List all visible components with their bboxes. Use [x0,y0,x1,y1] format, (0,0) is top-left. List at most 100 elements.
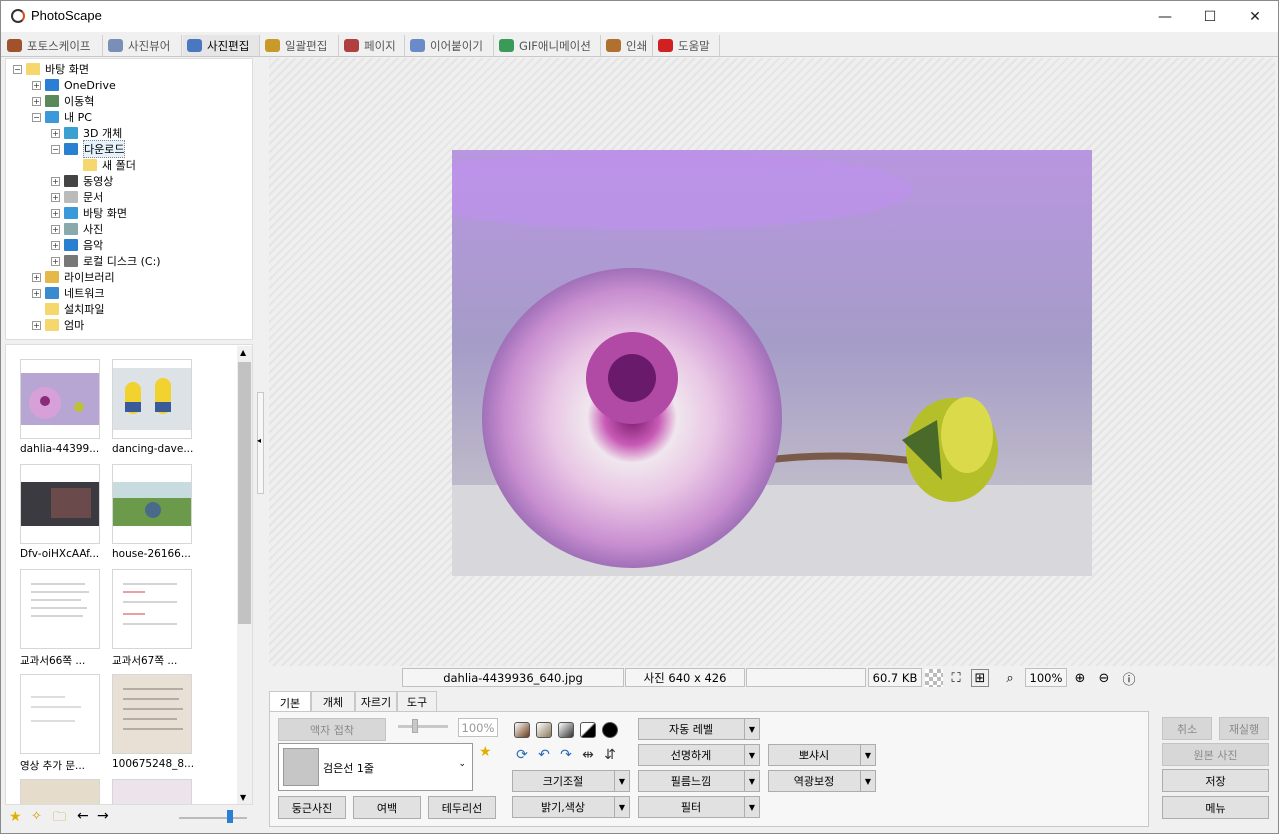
expand-icon[interactable]: + [51,192,60,202]
rotate-left-icon[interactable]: ↶ [535,746,553,764]
tree-node[interactable]: − 바탕 화면 [13,61,89,77]
thumbnail-image[interactable] [20,779,100,804]
rotate-icon[interactable]: ⟳ [513,746,531,764]
frame-slider[interactable] [398,725,448,728]
folder-tree[interactable]: − 바탕 화면 + OneDrive + 이동혁 − 내 PC +3D 개체 − 다운로드 새 폴더 +… [5,58,253,340]
resize-dropdown[interactable]: 크기조절 ▼ [512,770,630,792]
favorite-star-icon[interactable]: ★ [479,744,492,760]
save-button[interactable]: 저장 [1162,769,1269,792]
tree-node[interactable]: + 음악 [51,237,103,253]
negative-icon[interactable] [602,722,618,738]
expand-icon[interactable]: + [51,208,60,218]
tree-node[interactable]: 새 폴더 [70,157,136,173]
thumbnail-image[interactable] [112,779,192,804]
round-photo-button[interactable]: 둥근사진 [278,796,346,819]
tab-5[interactable]: 페이지 [340,35,405,56]
collapse-arrow-icon[interactable]: ◂ [257,436,261,445]
tab-6[interactable]: 이어붙이기 [406,35,494,56]
zoom-fit-icon[interactable]: ⌕ [1001,669,1019,687]
menu-button[interactable]: 메뉴 [1162,796,1269,819]
thumbnail-item[interactable]: dahlia-44399... [20,359,100,455]
tree-node[interactable]: + 이동혁 [32,93,94,109]
tree-node[interactable]: +3D 개체 [51,125,122,141]
thumbnail-item[interactable]: Dfv-oiHXcAAf... [20,464,100,560]
expand-icon[interactable]: + [51,240,60,250]
thumbnail-item[interactable]: 100675248_8... [112,674,194,770]
thumbnail-list[interactable]: dahlia-44399... dancing-dave... Dfv-oiHXcA… [5,344,253,805]
thumbnail-scrollbar[interactable]: ▲ ▼ [237,346,252,804]
expand-icon[interactable]: + [32,320,41,330]
tree-node[interactable]: + 사진 [51,221,103,237]
margin-button[interactable]: 여백 [353,796,421,819]
thumbnail-item[interactable] [112,779,192,804]
expand-icon[interactable]: + [32,80,41,90]
thumbnail-item[interactable]: dancing-dave... [112,359,193,455]
tab-1[interactable]: 포토스케이프 [3,35,103,56]
backlight-dropdown[interactable]: 역광보정 ▼ [768,770,876,792]
edit-tab-3[interactable]: 자르기 [355,691,397,712]
brightness-dropdown[interactable]: 밝기,색상 ▼ [512,796,630,818]
tree-node[interactable]: − 내 PC [32,109,92,125]
thumbnail-image[interactable] [112,464,192,544]
zoom-in-icon[interactable]: ⊕ [1071,669,1089,687]
frame-select[interactable]: 검은선 1줄 ⌄ [278,743,473,791]
expand-icon[interactable]: + [32,272,41,282]
forward-arrow-icon[interactable]: → [97,808,109,824]
redo-button[interactable]: 재실행 [1219,717,1269,740]
tab-2[interactable]: 사진뷰어 [104,35,182,56]
collapse-icon[interactable]: − [32,112,41,122]
edited-photo[interactable] [452,150,1092,576]
tab-4[interactable]: 일괄편집 [261,35,339,56]
scroll-down-icon[interactable]: ▼ [240,793,246,802]
tab-8[interactable]: 인쇄 [602,35,653,56]
flip-horizontal-icon[interactable]: ⇹ [579,746,597,764]
thumbnail-item[interactable]: house-26166... [112,464,192,560]
sharpen-dropdown[interactable]: 선명하게 ▼ [638,744,760,766]
collapse-icon[interactable]: − [13,64,22,74]
fit-screen-icon[interactable]: ⛶ [947,669,965,687]
tab-7[interactable]: GIF애니메이션 [495,35,601,56]
tree-node[interactable]: + OneDrive [32,77,116,93]
close-button[interactable]: ✕ [1232,1,1278,32]
bloom-dropdown[interactable]: 뽀샤시 ▼ [768,744,876,766]
collapse-icon[interactable]: − [51,144,60,154]
edit-tab-2[interactable]: 개체 [311,691,355,712]
maximize-button[interactable]: ☐ [1187,1,1233,32]
frame-slider-handle[interactable] [412,719,418,733]
tree-node[interactable]: + 동영상 [51,173,113,189]
tree-node[interactable]: + 문서 [51,189,103,205]
expand-icon[interactable]: + [32,96,41,106]
expand-icon[interactable]: + [51,224,60,234]
thumbnail-item[interactable]: 영상 추가 문... [20,674,100,773]
grayscale-icon[interactable] [558,722,574,738]
filter-dropdown[interactable]: 필터 ▼ [638,796,760,818]
thumbnail-item[interactable]: 교과서66쪽 ... [20,569,100,668]
thumbnail-image[interactable] [112,569,192,649]
brown-tone-icon[interactable] [514,722,530,738]
scrollbar-thumb[interactable] [238,362,251,624]
tab-9[interactable]: 도움말 [654,35,720,56]
folder-star-icon[interactable]: ✧ [31,809,42,824]
zoom-out-icon[interactable]: ⊖ [1095,669,1113,687]
star-icon[interactable]: ★ [9,809,22,825]
tree-node[interactable]: + 네트워크 [32,285,104,301]
undo-button[interactable]: 취소 [1162,717,1212,740]
thumbnail-item[interactable]: 교과서67쪽 ... [112,569,192,668]
thumbnail-image[interactable] [20,674,100,754]
tree-node[interactable]: + 로컬 디스크 (C:) [51,253,161,269]
rotate-right-icon[interactable]: ↷ [557,746,575,764]
sepia-tone-icon[interactable] [536,722,552,738]
expand-icon[interactable]: + [51,256,60,266]
expand-icon[interactable]: + [51,128,60,138]
actual-size-icon[interactable]: ⊞ [971,669,989,687]
minimize-button[interactable]: — [1142,1,1188,32]
thumbnail-image[interactable] [20,359,100,439]
tree-node[interactable]: + 바탕 화면 [51,205,127,221]
thumbnail-image[interactable] [112,359,192,439]
thumb-size-slider-handle[interactable] [227,810,233,823]
edit-tab-4[interactable]: 도구 [397,691,437,712]
edit-tab-1[interactable]: 기본 [269,691,311,713]
flip-vertical-icon[interactable]: ⇵ [601,746,619,764]
thumbnail-image[interactable] [20,464,100,544]
tree-node[interactable]: − 다운로드 [51,140,126,158]
